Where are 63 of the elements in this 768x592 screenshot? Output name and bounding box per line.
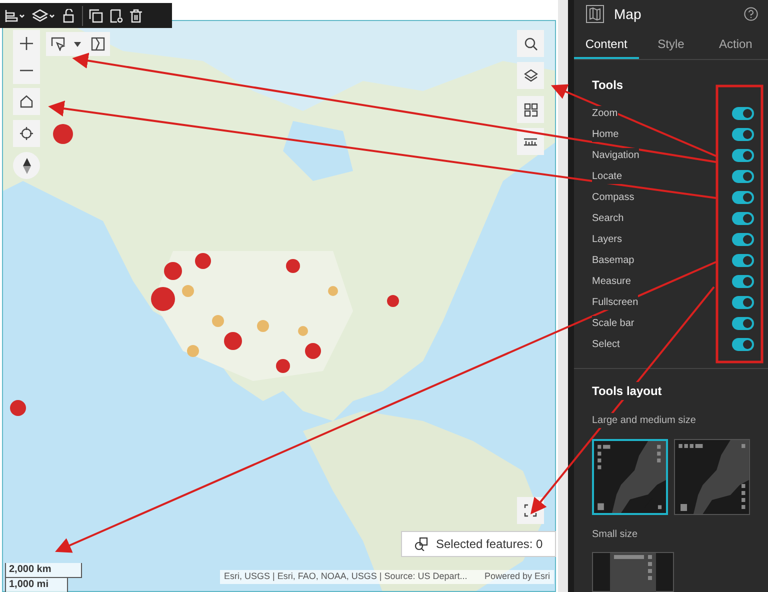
document-icon[interactable] xyxy=(109,8,123,22)
toggle-switch[interactable] xyxy=(732,233,754,246)
plus-icon xyxy=(20,37,33,50)
tab[interactable]: Content xyxy=(574,30,639,59)
layers-icon[interactable] xyxy=(32,8,56,22)
panel-title: Map xyxy=(614,4,642,24)
ruler-icon xyxy=(523,136,538,148)
tab[interactable]: Action xyxy=(703,30,768,59)
fullscreen-icon xyxy=(524,504,537,517)
toggle-switch[interactable] xyxy=(732,254,754,267)
help-icon[interactable] xyxy=(744,7,758,22)
scale-label: 1,000 mi xyxy=(5,578,68,592)
map-icon xyxy=(586,5,604,24)
section-label: Large and medium size xyxy=(592,413,696,428)
search-icon xyxy=(524,36,538,50)
section-heading: Tools xyxy=(591,77,624,94)
align-icon[interactable] xyxy=(4,8,26,22)
select-features-icon xyxy=(414,537,428,551)
grid-icon xyxy=(524,102,538,116)
search-button[interactable] xyxy=(517,30,544,57)
basemap-button[interactable] xyxy=(517,96,544,123)
toggle-switch[interactable] xyxy=(732,191,754,204)
home-button[interactable] xyxy=(13,88,40,115)
layers-button[interactable] xyxy=(517,62,544,89)
toggle-switch[interactable] xyxy=(732,149,754,162)
powered-by-link[interactable]: Powered by Esri xyxy=(484,570,550,584)
section-heading: Tools layout xyxy=(592,382,662,400)
toggle-switch[interactable] xyxy=(732,296,754,309)
compass-icon xyxy=(22,158,30,174)
toggle-switch[interactable] xyxy=(732,338,754,351)
attribution-text: Esri, USGS | Esri, FAO, NOAA, USGS | Source: US Depart... xyxy=(224,570,468,584)
home-icon xyxy=(20,95,33,108)
duplicate-icon[interactable] xyxy=(89,8,103,22)
unlock-icon[interactable] xyxy=(62,8,76,22)
tool-label: Locate xyxy=(592,169,622,184)
section-label: Small size xyxy=(591,528,639,542)
tool-label: Fullscreen xyxy=(592,295,638,310)
lasso-select-icon[interactable] xyxy=(91,37,106,51)
tool-label: Layers xyxy=(592,232,622,247)
toggle-switch[interactable] xyxy=(732,107,754,120)
splitter-bar[interactable] xyxy=(558,0,568,592)
layout-thumbnail[interactable] xyxy=(674,439,750,515)
select-cursor-icon[interactable] xyxy=(50,37,65,51)
toggle-switch[interactable] xyxy=(732,170,754,183)
toggle-switch[interactable] xyxy=(732,317,754,330)
toggle-switch[interactable] xyxy=(732,212,754,225)
crosshair-icon xyxy=(20,127,33,140)
scale-label: 2,000 km xyxy=(5,563,82,578)
tab[interactable]: Style xyxy=(638,30,704,59)
measure-button[interactable] xyxy=(517,128,544,155)
toggle-switch[interactable] xyxy=(732,275,754,288)
layout-thumbnail[interactable] xyxy=(592,552,674,592)
selected-features-button[interactable]: Selected features: 0 xyxy=(401,531,556,557)
locate-button[interactable] xyxy=(13,120,40,147)
trash-icon[interactable] xyxy=(129,8,143,22)
layers-icon xyxy=(524,68,538,82)
layout-thumbnail[interactable] xyxy=(592,439,668,515)
tool-label: Compass xyxy=(592,190,634,205)
tool-label: Home xyxy=(592,127,619,142)
caret-icon[interactable] xyxy=(74,42,82,46)
tool-label: Navigation xyxy=(592,148,640,163)
toggle-switch[interactable] xyxy=(732,128,754,141)
tool-label: Basemap xyxy=(592,253,634,268)
